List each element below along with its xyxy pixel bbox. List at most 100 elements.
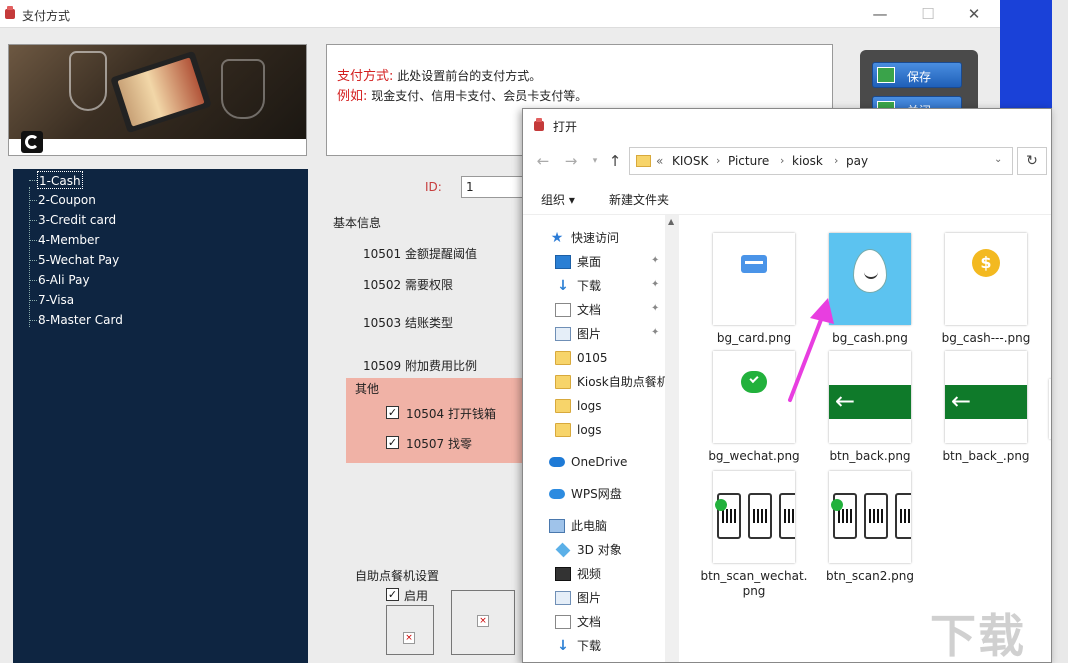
- breadcrumb-overflow[interactable]: «: [656, 154, 663, 168]
- file-item[interactable]: bg_card.png: [699, 223, 809, 335]
- description-text-1: 此处设置前台的支付方式。: [397, 69, 541, 83]
- tree-connector: [29, 300, 37, 301]
- document-icon: [555, 303, 571, 317]
- picture-icon: [555, 327, 571, 341]
- new-folder-button[interactable]: 新建文件夹: [609, 191, 669, 208]
- address-bar[interactable]: « KIOSK › Picture › kiosk › pay ⌄: [629, 147, 1013, 175]
- file-thumbnail: $: [945, 233, 1027, 325]
- checkbox-10504[interactable]: ✓: [386, 406, 399, 419]
- window-titlebar: 支付方式 — ☐ ✕: [0, 0, 1000, 28]
- dialog-titlebar: 打开: [523, 109, 1052, 141]
- file-item[interactable]: btn_scan_wechat.png: [699, 461, 809, 573]
- minimize-button[interactable]: —: [866, 4, 894, 24]
- tree-item-master-card[interactable]: 8-Master Card: [37, 311, 124, 329]
- window-title: 支付方式: [22, 7, 70, 24]
- pin-icon[interactable]: ✦: [651, 279, 659, 290]
- dialog-toolbar: 组织 ▾ 新建文件夹: [523, 181, 1052, 215]
- breadcrumb-separator-icon: ›: [780, 154, 784, 167]
- nav-item-label: WPS网盘: [571, 483, 622, 505]
- nav-item-label: 此电脑: [571, 515, 607, 537]
- nav-item-label: 快速访问: [571, 227, 619, 249]
- breadcrumb-pay[interactable]: pay: [846, 154, 868, 168]
- tree-item-visa[interactable]: 7-Visa: [37, 291, 75, 309]
- breadcrumb-separator-icon: ›: [834, 154, 838, 167]
- nav-item-label: 图片: [577, 323, 601, 345]
- field-label-10502: 10502 需要权限: [363, 276, 453, 293]
- 3d-objects-icon: [556, 543, 571, 558]
- refresh-icon[interactable]: ↻: [1017, 147, 1047, 175]
- tree-connector: [29, 320, 37, 321]
- navigation-scrollbar[interactable]: ▲: [665, 215, 679, 663]
- file-list: bg_card.pngbg_cash.png$bg_cash---.png bg_…: [681, 215, 1052, 663]
- maximize-button[interactable]: ☐: [914, 4, 942, 24]
- scroll-up-icon[interactable]: ▲: [668, 217, 674, 226]
- dialog-navigation-bar: ← → ▾ ↑ « KIOSK › Picture › kiosk › pay …: [523, 143, 1052, 179]
- breadcrumb-separator-icon: ›: [716, 154, 720, 167]
- download-icon: ↓: [555, 639, 571, 653]
- chevron-down-icon[interactable]: ⌄: [994, 154, 1002, 165]
- wps-cloud-icon: [549, 489, 565, 499]
- tablet-graphic: [110, 51, 212, 133]
- folder-icon: [555, 375, 571, 389]
- pin-icon[interactable]: ✦: [651, 303, 659, 314]
- checkbox-10507[interactable]: ✓: [386, 436, 399, 449]
- dialog-title: 打开: [553, 118, 577, 135]
- tree-connector: [29, 220, 37, 221]
- breadcrumb-picture[interactable]: Picture: [728, 154, 769, 168]
- broken-image-icon: ×: [403, 632, 415, 644]
- cloud-icon: [549, 457, 565, 467]
- tree-item-cash[interactable]: 1-Cash: [37, 171, 83, 189]
- navigation-pane: ★快速访问桌面✦↓下载✦文档✦图片✦0105Kiosk自助点餐机logslogs…: [523, 215, 679, 663]
- computer-icon: [549, 519, 565, 533]
- pin-icon[interactable]: ✦: [651, 327, 659, 338]
- file-item[interactable]: ←btn_back_.png: [931, 341, 1041, 453]
- description-line-2: 例如: 现金支付、信用卡支付、会员卡支付等。: [337, 85, 587, 104]
- file-item[interactable]: ←btn_back.png: [815, 341, 925, 453]
- tree-item-ali-pay[interactable]: 6-Ali Pay: [37, 271, 91, 289]
- file-thumbnail: [829, 233, 911, 325]
- file-item[interactable]: bg_wechat.png: [699, 341, 809, 453]
- back-arrow-icon[interactable]: ←: [533, 151, 553, 171]
- wine-glass-graphic: [221, 59, 265, 119]
- file-name: btn_scan_wechat.png: [699, 569, 809, 599]
- file-name: btn_back_.png: [931, 449, 1041, 464]
- breadcrumb-kiosk-root[interactable]: KIOSK: [672, 154, 708, 168]
- checkbox-label-10507: 10507 找零: [406, 435, 472, 452]
- breadcrumb-kiosk[interactable]: kiosk: [792, 154, 823, 168]
- pin-icon[interactable]: ✦: [651, 255, 659, 266]
- tree-item-coupon[interactable]: 2-Coupon: [37, 191, 97, 209]
- description-label-1: 支付方式:: [337, 69, 393, 84]
- app-icon: [533, 118, 545, 132]
- recent-dropdown-icon[interactable]: ▾: [585, 151, 605, 171]
- kiosk-enable-checkbox[interactable]: ✓: [386, 588, 399, 601]
- back-arrow-icon: ←: [829, 385, 911, 419]
- up-arrow-icon[interactable]: ↑: [605, 151, 625, 171]
- file-item[interactable]: btn_scan2.png: [815, 461, 925, 573]
- tree-connector: [29, 260, 37, 261]
- tree-connector: [29, 240, 37, 241]
- document-icon: [555, 615, 571, 629]
- picture-icon: [555, 591, 571, 605]
- id-input[interactable]: 1: [461, 176, 526, 198]
- nav-item-label: 0105: [577, 347, 608, 369]
- organize-button[interactable]: 组织 ▾: [541, 191, 575, 208]
- kiosk-image-slot-1[interactable]: ×: [386, 605, 434, 655]
- scan-instructions-icon: [831, 493, 911, 541]
- tree-item-member[interactable]: 4-Member: [37, 231, 100, 249]
- kiosk-image-slot-2[interactable]: ×: [451, 590, 515, 655]
- tree-item-credit-card[interactable]: 3-Credit card: [37, 211, 117, 229]
- save-button[interactable]: 保存: [872, 62, 962, 88]
- nav-item-label: 图片: [577, 587, 601, 609]
- field-label-10501: 10501 金额提醒阈值: [363, 245, 477, 262]
- folder-icon: [555, 423, 571, 437]
- tree-item-wechat-pay[interactable]: 5-Wechat Pay: [37, 251, 120, 269]
- nav-item-label: logs: [577, 395, 602, 417]
- watermark: 下载吧: [930, 600, 1066, 658]
- field-label-10503: 10503 结账类型: [363, 314, 453, 331]
- file-thumbnail: [713, 471, 795, 563]
- file-item[interactable]: bg_cash.png: [815, 223, 925, 335]
- forward-arrow-icon[interactable]: →: [561, 151, 581, 171]
- file-item[interactable]: $bg_cash---.png: [931, 223, 1041, 335]
- description-text-2: 现金支付、信用卡支付、会员卡支付等。: [371, 89, 587, 103]
- close-window-button[interactable]: ✕: [960, 4, 988, 24]
